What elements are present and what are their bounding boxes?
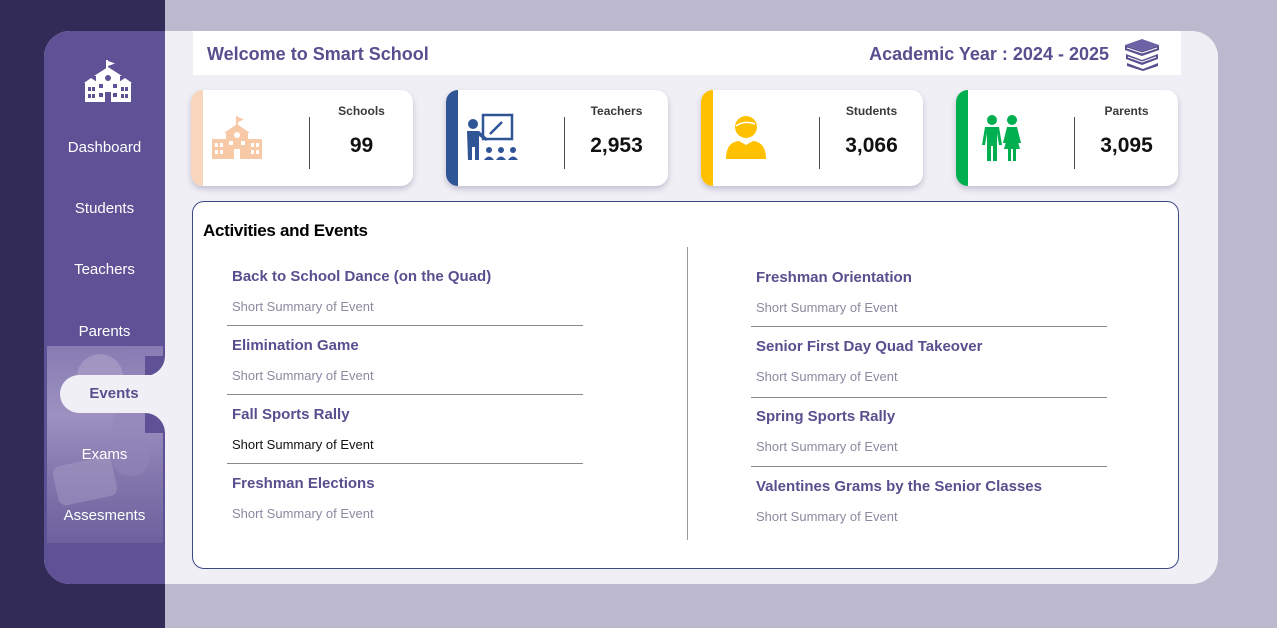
event-summary: Short Summary of Event [756, 439, 898, 454]
sidebar-item-dashboard[interactable]: Dashboard [44, 138, 165, 158]
stat-card-schools[interactable]: Schools 99 [191, 90, 413, 186]
event-summary: Short Summary of Event [756, 369, 898, 384]
event-title: Senior First Day Quad Takeover [756, 338, 983, 355]
card-accent [446, 90, 458, 186]
stat-card-parents[interactable]: Parents 3,095 [956, 90, 1178, 186]
sidebar-item-assesments[interactable]: Assesments [44, 506, 165, 526]
event-separator [227, 463, 583, 464]
books-icon [1125, 39, 1159, 71]
teacher-icon [467, 113, 518, 160]
card-accent [191, 90, 203, 186]
event-separator [751, 466, 1107, 467]
events-panel: Activities and Events Back to School Dan… [192, 201, 1179, 569]
photo-shape [113, 406, 149, 476]
school-logo-icon [84, 60, 132, 102]
card-label: Parents [1104, 104, 1149, 118]
event-summary: Short Summary of Event [232, 506, 374, 521]
tab-notch [145, 413, 165, 433]
events-title: Activities and Events [203, 221, 368, 240]
card-label: Teachers [590, 104, 643, 118]
card-accent [956, 90, 968, 186]
event-title: Freshman Orientation [756, 269, 912, 286]
event-summary: Short Summary of Event [232, 437, 374, 452]
card-value: 2,953 [590, 134, 643, 157]
column-divider [687, 247, 688, 540]
stat-card-students[interactable]: Students 3,066 [701, 90, 923, 186]
sidebar-item-parents[interactable]: Parents [44, 322, 165, 342]
header-bar: Welcome to Smart School Academic Year : … [193, 31, 1181, 75]
event-title: Spring Sports Rally [756, 408, 896, 425]
card-accent [701, 90, 713, 186]
event-separator [227, 394, 583, 395]
event-summary: Short Summary of Event [232, 368, 374, 383]
event-title: Elimination Game [232, 337, 359, 354]
card-value: 99 [349, 134, 374, 157]
page-title: Welcome to Smart School [207, 44, 429, 64]
card-label: Schools [338, 104, 385, 118]
academic-year-label: Academic Year : 2024 - 2025 [869, 44, 1109, 64]
card-value: 3,066 [845, 134, 898, 157]
sidebar-item-students[interactable]: Students [44, 199, 165, 219]
sidebar-item-teachers[interactable]: Teachers [44, 260, 165, 280]
event-title: Valentines Grams by the Senior Classes [756, 478, 1042, 495]
stat-card-teachers[interactable]: Teachers 2,953 [446, 90, 668, 186]
event-separator [751, 397, 1107, 398]
event-summary: Short Summary of Event [232, 299, 374, 314]
student-icon [726, 116, 766, 159]
event-summary: Short Summary of Event [756, 509, 898, 524]
event-separator [227, 325, 583, 326]
sidebar-item-events[interactable]: Events [60, 375, 168, 413]
event-separator [751, 326, 1107, 327]
card-label: Students [845, 104, 898, 118]
event-title: Freshman Elections [232, 475, 375, 492]
event-summary: Short Summary of Event [756, 300, 898, 315]
event-title: Back to School Dance (on the Quad) [232, 268, 492, 285]
parents-icon [982, 115, 1021, 161]
card-value: 3,095 [1100, 134, 1153, 157]
sidebar: Dashboard Students Teachers Parents Even… [44, 31, 168, 584]
event-title: Fall Sports Rally [232, 406, 350, 423]
sidebar-item-exams[interactable]: Exams [44, 445, 165, 465]
tab-notch [145, 356, 165, 376]
school-icon [212, 116, 262, 159]
